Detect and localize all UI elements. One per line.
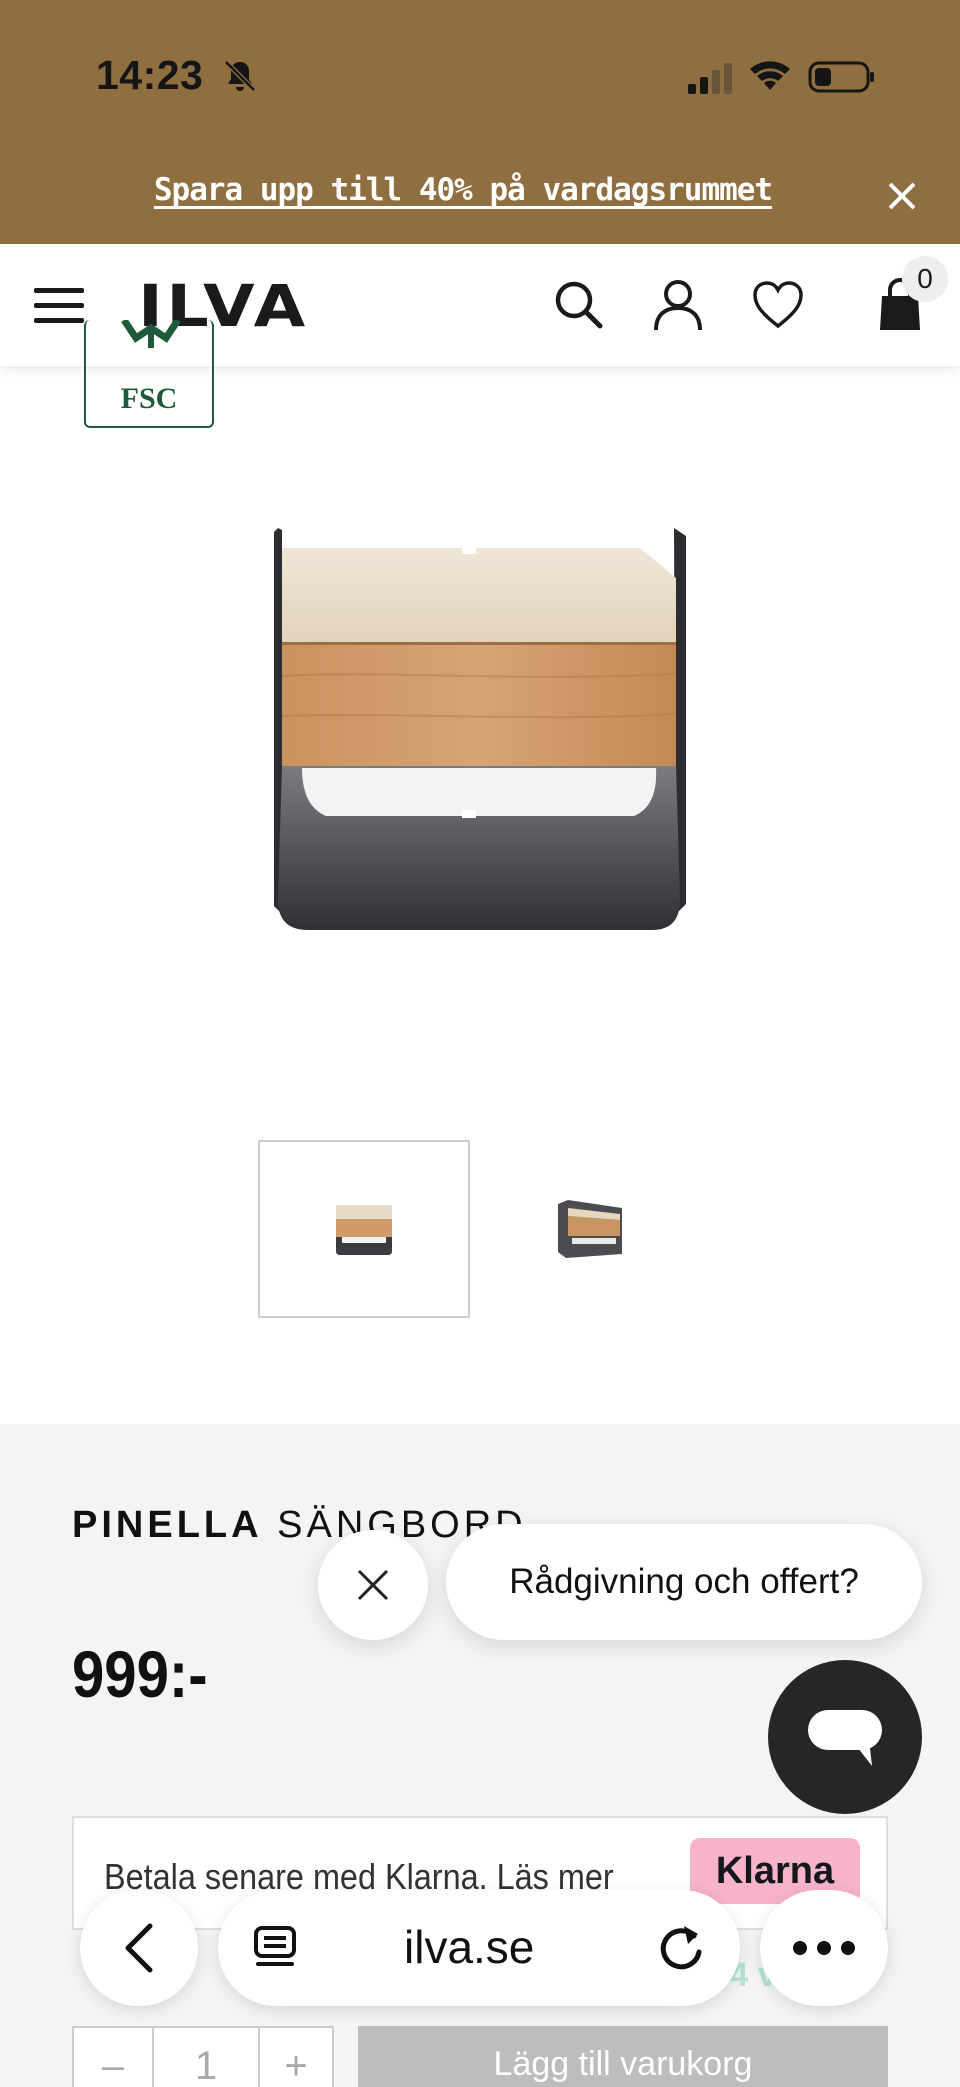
close-icon — [357, 1569, 389, 1601]
bell-muted-icon — [224, 60, 256, 92]
chat-dismiss-button[interactable] — [318, 1530, 428, 1640]
thumbnail-2[interactable] — [484, 1140, 696, 1318]
fsc-label: FSC — [120, 382, 178, 415]
product-price: 999:- — [72, 1637, 208, 1711]
more-icon — [793, 1941, 855, 1955]
thumbnail-image — [336, 1205, 392, 1255]
chat-prompt-bubble[interactable]: Rådgivning och offert? — [446, 1524, 922, 1640]
add-to-cart-button[interactable]: Lägg till varukorg — [358, 2026, 888, 2087]
heart-icon[interactable] — [752, 278, 804, 332]
close-icon[interactable] — [886, 180, 918, 212]
increase-button[interactable]: + — [260, 2028, 332, 2087]
wifi-icon — [750, 61, 790, 90]
search-icon[interactable] — [552, 278, 604, 332]
browser-address-bar[interactable]: ilva.se — [218, 1890, 740, 2006]
menu-icon[interactable] — [34, 286, 84, 326]
chat-icon — [808, 1710, 882, 1766]
chat-button[interactable] — [768, 1660, 922, 1814]
decrease-button[interactable]: – — [74, 2028, 154, 2087]
promo-link[interactable]: Spara upp till 40% på vardagsrummet — [0, 172, 926, 208]
browser-url: ilva.se — [404, 1921, 535, 1973]
browser-more-button[interactable] — [760, 1890, 888, 2006]
product-brand: PINELLA — [72, 1504, 263, 1546]
tabs-icon — [254, 1926, 296, 1966]
browser-back-button[interactable] — [80, 1890, 198, 2006]
quantity-value[interactable]: 1 — [154, 2028, 260, 2087]
battery-icon — [808, 61, 874, 93]
status-time: 14:23 — [96, 52, 204, 98]
back-icon — [125, 1923, 153, 1973]
fsc-badge: FSC — [84, 320, 214, 428]
account-icon[interactable] — [652, 278, 704, 332]
product-image[interactable] — [262, 506, 702, 946]
signal-icon — [688, 63, 732, 94]
thumbnail-image — [558, 1200, 622, 1258]
product-title: PINELLA SÄNGBORD — [72, 1504, 527, 1547]
reload-icon[interactable] — [656, 1922, 706, 1974]
quantity-stepper[interactable]: – 1 + — [72, 2026, 334, 2087]
thumbnail-1[interactable] — [258, 1140, 470, 1318]
cart-count-badge: 0 — [902, 256, 948, 302]
fsc-tree-icon — [121, 320, 181, 348]
